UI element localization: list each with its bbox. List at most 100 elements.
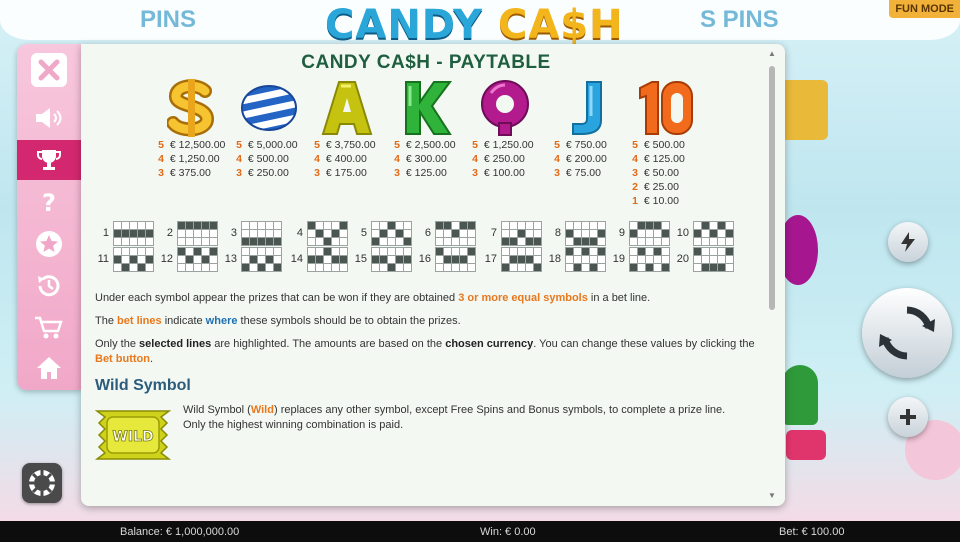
status-bar: Balance: € 1,000,000.00 Win: € 0.00 Bet:… (0, 521, 960, 542)
pay-line: 3 € 50.00 (625, 166, 705, 180)
p3-text-e: . You can change these values by clickin… (533, 338, 755, 350)
bet-line-pattern (241, 220, 282, 246)
p1-highlight: 3 or more equal symbols (458, 292, 588, 304)
amount: € 125.00 (643, 153, 685, 165)
pay-list-j: 5 € 750.00 4 € 200.00 3 € 75.00 (547, 138, 627, 180)
amount: € 250.00 (247, 167, 289, 179)
wild-text-d: Only the highest winning combination is … (183, 419, 404, 431)
bet-line-number: 4 (296, 227, 303, 239)
symbol-k: 5 € 2,500.00 4 € 300.00 3 € 125.00 (387, 78, 467, 180)
count: 3 (236, 167, 242, 179)
p3-text-a: Only the (95, 338, 140, 350)
count: 5 (314, 139, 320, 151)
bet-line: 13 (223, 246, 287, 272)
sidebar-item-home[interactable] (17, 348, 81, 388)
bet-line-number: 7 (490, 227, 497, 239)
scroll-up-arrow[interactable]: ▲ (768, 50, 776, 58)
bet-line-number: 18 (548, 253, 561, 265)
bet-line-number: 12 (160, 253, 173, 265)
bet-line: 9 (611, 220, 675, 246)
bet-line-number: 5 (360, 227, 367, 239)
amount: € 375.00 (169, 167, 211, 179)
symbol-dollar: 5 € 12,500.00 4 € 1,250.00 3 € 375.00 (151, 78, 231, 180)
wild-candy-label: WILD (112, 429, 153, 445)
bet-line-number: 8 (554, 227, 561, 239)
bet-line-pattern (435, 246, 476, 272)
pay-line: 5 € 5,000.00 (229, 138, 309, 152)
pay-list-k: 5 € 2,500.00 4 € 300.00 3 € 125.00 (387, 138, 467, 180)
sidebar-item-paytable[interactable] (17, 140, 81, 180)
bet-line-number: 17 (484, 253, 497, 265)
home-icon (37, 357, 61, 379)
bet-chip-button[interactable] (22, 463, 62, 503)
count: 3 (394, 167, 400, 179)
amount: € 175.00 (325, 167, 367, 179)
scroll-thumb[interactable] (769, 66, 775, 310)
bg-spins-text: S PINS (700, 6, 779, 33)
pay-line: 4 € 500.00 (229, 152, 309, 166)
bet-line-number: 15 (354, 253, 367, 265)
pay-list-a: 5 € 3,750.00 4 € 400.00 3 € 175.00 (307, 138, 387, 180)
count: 4 (472, 153, 478, 165)
pay-line: 5 € 12,500.00 (151, 138, 231, 152)
sidebar-item-sound[interactable] (17, 98, 81, 138)
pay-line: 4 € 300.00 (387, 152, 467, 166)
count: 3 (314, 167, 320, 179)
p2-where: where (205, 315, 238, 327)
bet-line-pattern (307, 246, 348, 272)
count: 5 (632, 139, 638, 151)
letter-a-icon (321, 81, 373, 135)
sidebar-item-history[interactable] (17, 266, 81, 306)
star-icon (36, 231, 62, 257)
letter-k-icon (405, 81, 452, 135)
history-icon (38, 275, 60, 297)
p3-text-c: are highlighted. The amounts are based o… (211, 338, 446, 350)
striped-candy-icon (241, 85, 297, 131)
sidebar-item-help[interactable]: ? (17, 182, 81, 222)
scrollbar[interactable]: ▲ ▼ (767, 50, 777, 500)
bet-line-pattern (629, 220, 670, 246)
bet-line: 12 (159, 246, 223, 272)
amount: € 400.00 (325, 153, 367, 165)
bet-line-pattern (371, 246, 412, 272)
spin-button[interactable] (862, 288, 952, 378)
count: 5 (394, 139, 400, 151)
wild-word: Wild (250, 404, 274, 416)
pay-line: 3 € 125.00 (387, 166, 467, 180)
close-button[interactable] (31, 53, 67, 87)
count: 5 (472, 139, 478, 151)
sidebar-item-shop[interactable] (17, 308, 81, 348)
pay-line: 3 € 375.00 (151, 166, 231, 180)
turbo-button[interactable] (888, 222, 928, 262)
count: 3 (632, 167, 638, 179)
pay-line: 5 € 500.00 (625, 138, 705, 152)
bet-line-number: 19 (612, 253, 625, 265)
question-icon: ? (42, 189, 56, 215)
bet-plus-button[interactable] (888, 397, 928, 437)
bet-line: 19 (611, 246, 675, 272)
pay-list-candy: 5 € 5,000.00 4 € 500.00 3 € 250.00 (229, 138, 309, 180)
pay-line: 5 € 3,750.00 (307, 138, 387, 152)
bet-line-pattern (307, 220, 348, 246)
amount: € 1,250.00 (169, 153, 220, 165)
wild-text-a: Wild Symbol ( (183, 404, 251, 416)
bet-line-pattern (371, 220, 412, 246)
scroll-down-arrow[interactable]: ▼ (768, 492, 776, 500)
letter-q-icon (481, 80, 529, 136)
chip-icon (29, 470, 55, 496)
count: 5 (554, 139, 560, 151)
pay-line: 5 € 2,500.00 (387, 138, 467, 152)
bet-line-number: 6 (424, 227, 431, 239)
count: 3 (472, 167, 478, 179)
count: 4 (554, 153, 560, 165)
amount: € 50.00 (643, 167, 679, 179)
bet-line: 18 (547, 246, 611, 272)
bet-line: 5 (353, 220, 417, 246)
balance-display: Balance: € 1,000,000.00 (120, 525, 240, 538)
bet-line-pattern (177, 220, 218, 246)
count: 2 (632, 181, 638, 193)
sidebar-item-favorites[interactable] (17, 224, 81, 264)
amount: € 500.00 (247, 153, 289, 165)
bet-line-pattern (565, 220, 606, 246)
pay-line: 3 € 75.00 (547, 166, 627, 180)
